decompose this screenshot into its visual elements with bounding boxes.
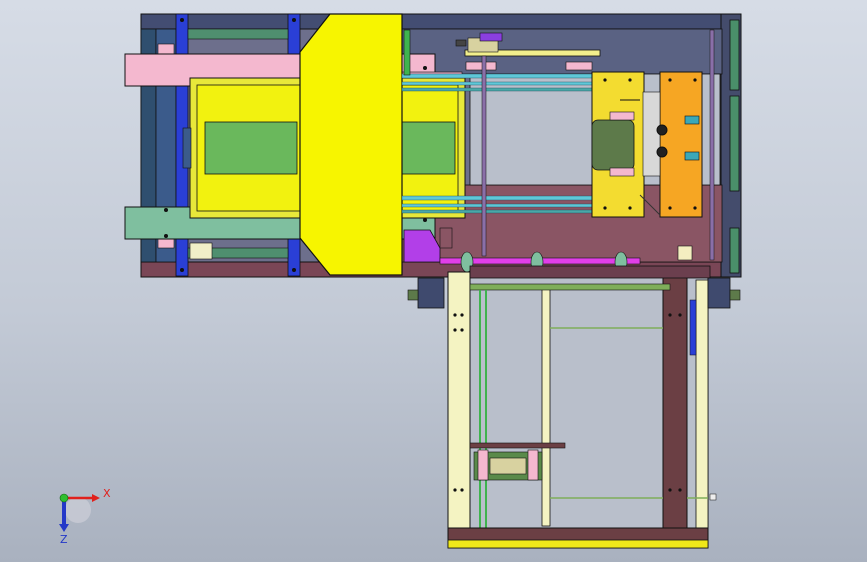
triad-sphere bbox=[65, 497, 91, 523]
z-axis-label: Z bbox=[60, 533, 68, 546]
z-axis-head bbox=[59, 524, 69, 532]
cad-graphics-viewport[interactable]: X Z bbox=[0, 0, 867, 562]
yellow-cover-plate bbox=[299, 13, 403, 276]
lower-frame bbox=[447, 265, 711, 549]
machine-assembly-drawing[interactable]: X Z bbox=[0, 0, 867, 562]
x-axis-head bbox=[92, 494, 100, 502]
y-axis-marker bbox=[59, 493, 69, 503]
x-axis-label: X bbox=[103, 487, 111, 500]
axis-triad: X Z bbox=[59, 487, 111, 546]
